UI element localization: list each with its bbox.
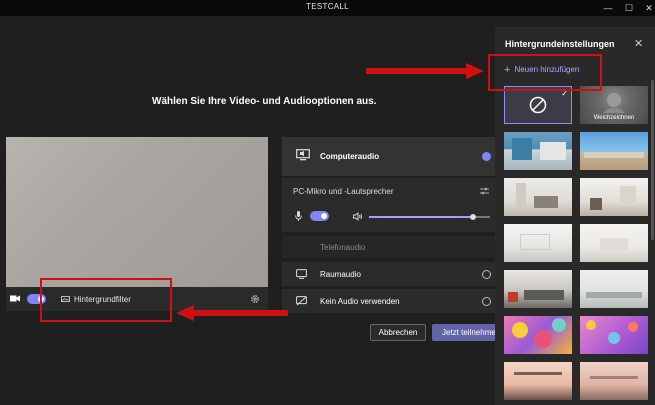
annotation-arrow-right [366,63,484,79]
background-image-option[interactable] [580,224,648,262]
background-image-option[interactable] [580,316,648,354]
highlight-box-add-new [488,54,602,91]
background-image-option[interactable] [580,362,648,400]
audio-radio-none[interactable] [482,297,491,306]
background-image-option[interactable] [580,178,648,216]
audio-device-label: PC-Mikro und -Lautsprecher [293,187,394,196]
volume-slider-thumb[interactable] [470,214,477,220]
speaker-icon [353,212,363,221]
background-image-option[interactable] [504,316,572,354]
computer-audio-icon [296,149,310,161]
background-image-option[interactable] [504,362,572,400]
close-window-button[interactable]: ✕ [637,0,655,16]
audio-option-label: Raumaudio [320,270,361,279]
title-bar: TESTCALL — ☐ ✕ [0,0,655,16]
background-image-option[interactable] [580,270,648,308]
device-settings-icon[interactable] [480,187,489,195]
video-preview [6,137,268,287]
panel-scrollbar[interactable] [651,80,654,240]
audio-option-label: Telefonaudio [320,243,366,252]
no-audio-icon [296,296,307,306]
volume-slider-fill [369,216,474,218]
highlight-box-background-filter [40,278,172,322]
blur-person-icon [603,93,625,113]
panel-title: Hintergrundeinstellungen [505,39,615,49]
window-title: TESTCALL [306,2,349,11]
audio-option-none[interactable]: Kein Audio verwenden [282,289,495,313]
join-now-button[interactable]: Jetzt teilnehmen [432,324,496,341]
audio-device-panel: PC-Mikro und -Lautsprecher [282,178,495,232]
close-icon[interactable]: ✕ [634,37,643,50]
annotation-arrow-left [176,305,288,321]
blur-label: Weichzeichnen [593,115,635,121]
volume-slider[interactable] [369,214,490,220]
page-heading: Wählen Sie Ihre Video- und Audiooptionen… [152,96,377,107]
audio-option-room[interactable]: Raumaudio [282,262,495,286]
background-image-option[interactable] [504,224,572,262]
background-image-option[interactable] [504,270,572,308]
audio-option-label: Kein Audio verwenden [320,297,400,306]
microphone-icon [295,211,302,221]
microphone-toggle[interactable] [310,211,329,221]
audio-option-phone[interactable]: Telefonaudio [282,236,495,258]
audio-radio-room[interactable] [482,270,491,279]
audio-radio-computer[interactable] [482,152,491,161]
background-none-option[interactable]: ✓ [504,86,572,124]
camera-icon [10,295,20,302]
audio-option-label: Computeraudio [320,152,380,161]
background-image-option[interactable] [580,132,648,170]
background-image-option[interactable] [504,178,572,216]
background-blur-option[interactable]: Weichzeichnen [580,86,648,124]
gear-icon[interactable] [250,294,260,304]
cancel-button[interactable]: Abbrechen [370,324,426,341]
audio-option-computer[interactable]: Computeraudio [282,137,495,176]
room-audio-icon [296,269,307,279]
no-background-icon [529,96,547,114]
background-image-option[interactable] [504,132,572,170]
